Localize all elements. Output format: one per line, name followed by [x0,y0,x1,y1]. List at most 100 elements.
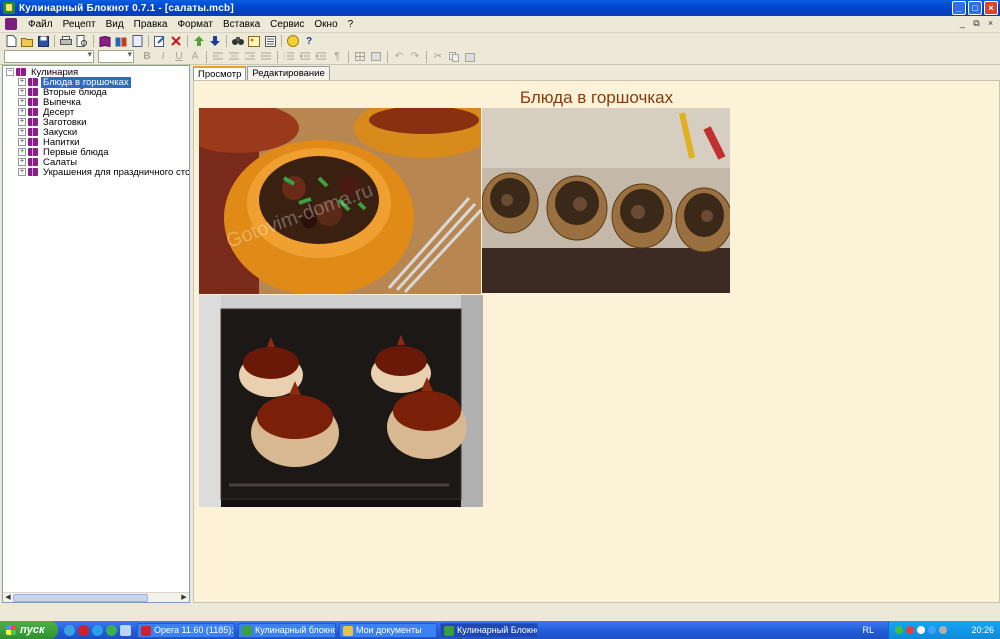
expand-icon[interactable]: + [18,118,26,126]
menu-help[interactable]: ? [343,16,359,33]
tree-item[interactable]: + Блюда в горшочках [3,76,189,88]
tree-horizontal-scrollbar[interactable]: ◀ ▶ [3,592,189,602]
page-icon[interactable] [130,34,144,48]
print-icon[interactable] [59,34,73,48]
tree-item[interactable]: + Салаты [3,157,189,168]
show-desktop-icon[interactable] [120,624,131,636]
scroll-right-icon[interactable]: ▶ [179,593,189,603]
tray-icon[interactable] [895,626,903,634]
undo-icon[interactable]: ↶ [392,50,406,64]
smiley-icon[interactable] [286,34,300,48]
start-button[interactable]: пуск [0,621,58,639]
font-name-select[interactable] [4,49,94,63]
open-folder-icon[interactable] [20,34,34,48]
expand-icon[interactable]: + [18,108,26,116]
task-my-documents[interactable]: Мои документы [339,622,437,638]
tray-icon[interactable] [906,626,914,634]
print-preview-icon[interactable] [75,34,89,48]
menu-recipe[interactable]: Рецепт [58,16,101,33]
expand-icon[interactable]: + [18,128,26,136]
opera-icon[interactable] [78,624,89,636]
ie-icon[interactable] [64,624,75,636]
tray-icon[interactable] [928,626,936,634]
tray-icon[interactable] [939,626,947,634]
document-icon[interactable] [5,18,17,30]
font-size-select[interactable] [98,49,134,63]
doc-restore-button[interactable]: ⧉ [971,18,982,29]
align-right-icon[interactable] [243,50,257,64]
task-opera[interactable]: Opera 11.60 (1185): ... [137,622,235,638]
language-indicator[interactable]: RL [862,625,874,635]
tree-item[interactable]: + Напитки [3,137,189,148]
italic-icon[interactable]: I [156,50,170,64]
menu-edit[interactable]: Правка [129,16,173,33]
align-center-icon[interactable] [227,50,241,64]
menu-insert[interactable]: Вставка [218,16,265,33]
tree-item[interactable]: + Первые блюда [3,147,189,158]
paragraph-icon[interactable]: ¶ [330,50,344,64]
tab-preview[interactable]: Просмотр [193,66,247,81]
books-icon[interactable] [114,34,128,48]
menu-service[interactable]: Сервис [265,16,309,33]
tree-item[interactable]: + Вторые блюда [3,87,189,98]
expand-icon[interactable]: + [18,168,26,176]
redo-icon[interactable]: ↷ [408,50,422,64]
indent-icon[interactable] [314,50,328,64]
tree-item[interactable]: + Заготовки [3,117,189,128]
book-icon [28,118,38,126]
tree-item[interactable]: + Десерт [3,107,189,118]
insert-object-icon[interactable] [369,50,383,64]
underline-icon[interactable]: U [172,50,186,64]
menu-format[interactable]: Формат [172,16,218,33]
maximize-button[interactable]: □ [968,1,982,15]
edit-note-icon[interactable] [153,34,167,48]
cut-icon[interactable]: ✂ [431,50,445,64]
bold-icon[interactable]: B [140,50,154,64]
minimize-button[interactable]: _ [952,1,966,15]
tree-root[interactable]: − Кулинария [3,67,189,78]
expand-icon[interactable]: + [18,148,26,156]
globe-icon[interactable] [106,624,117,636]
align-left-icon[interactable] [211,50,225,64]
skype-icon[interactable] [92,624,103,636]
recipe-book-icon[interactable] [98,34,112,48]
font-color-icon[interactable]: A [188,50,202,64]
arrow-up-icon[interactable] [192,34,206,48]
copy-icon[interactable] [447,50,461,64]
save-icon[interactable] [36,34,50,48]
new-document-icon[interactable] [4,34,18,48]
tree-item[interactable]: + Закуски [3,127,189,138]
task-cooking-notebook-1[interactable]: Кулинарный блокно... [238,622,336,638]
outdent-icon[interactable] [298,50,312,64]
menu-view[interactable]: Вид [101,16,129,33]
expand-icon[interactable]: + [18,138,26,146]
scrollbar-thumb[interactable] [13,594,148,602]
task-cooking-notebook-2[interactable]: Кулинарный Блокнот... [440,622,538,638]
tree-item[interactable]: + Выпечка [3,97,189,108]
paste-icon[interactable] [463,50,477,64]
menu-file[interactable]: Файл [23,16,58,33]
expand-icon[interactable]: + [18,78,26,86]
list-icon[interactable] [263,34,277,48]
insert-table-icon[interactable] [353,50,367,64]
align-justify-icon[interactable] [259,50,273,64]
collapse-icon[interactable]: − [6,68,14,76]
tray-icon[interactable] [917,626,925,634]
arrow-down-icon[interactable] [208,34,222,48]
tab-edit[interactable]: Редактирование [247,66,330,80]
bullet-list-icon[interactable] [282,50,296,64]
close-button[interactable]: × [984,1,998,15]
expand-icon[interactable]: + [18,158,26,166]
delete-icon[interactable] [169,34,183,48]
help-icon[interactable]: ? [302,34,316,48]
tree-item[interactable]: + Украшения для праздничного стола [3,167,189,178]
doc-minimize-button[interactable]: _ [957,18,968,29]
menu-window[interactable]: Окно [309,16,342,33]
clock[interactable]: 20:26 [971,625,994,635]
scroll-left-icon[interactable]: ◀ [3,593,13,603]
image-icon[interactable] [247,34,261,48]
expand-icon[interactable]: + [18,88,26,96]
doc-close-button[interactable]: × [985,18,996,29]
find-binoculars-icon[interactable] [231,34,245,48]
expand-icon[interactable]: + [18,98,26,106]
